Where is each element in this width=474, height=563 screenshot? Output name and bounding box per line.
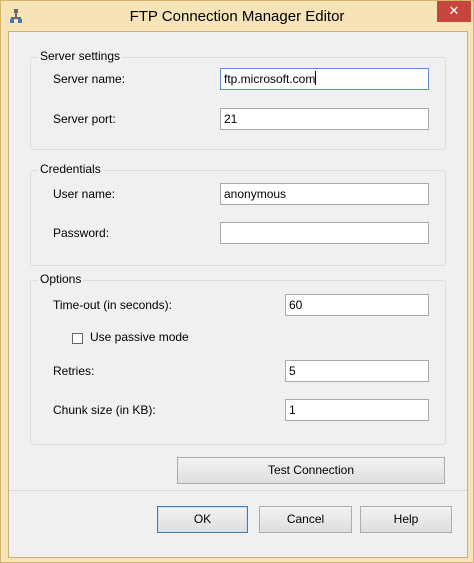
timeout-label: Time-out (in seconds): (53, 298, 172, 312)
dialog-client-area: Server settings Server name: ftp.microso… (8, 31, 468, 558)
timeout-input[interactable]: 60 (285, 294, 429, 316)
options-title: Options (38, 272, 84, 286)
server-settings-title: Server settings (38, 49, 123, 63)
user-name-value: anonymous (224, 187, 287, 201)
password-input[interactable] (220, 222, 429, 244)
server-name-label: Server name: (53, 72, 126, 86)
retries-label: Retries: (53, 364, 95, 378)
credentials-group: Credentials User name: anonymous Passwor… (30, 162, 446, 266)
chunk-size-label: Chunk size (in KB): (53, 403, 156, 417)
dialog-window: FTP Connection Manager Editor ✕ Server s… (0, 0, 474, 563)
passive-mode-checkbox[interactable] (72, 333, 83, 344)
server-name-value: ftp.microsoft.com (224, 72, 316, 86)
server-settings-group: Server settings Server name: ftp.microso… (30, 49, 446, 150)
user-name-input[interactable]: anonymous (220, 183, 429, 205)
help-button[interactable]: Help (360, 506, 452, 533)
server-name-input[interactable]: ftp.microsoft.com (220, 68, 429, 90)
user-name-label: User name: (53, 187, 116, 201)
server-port-value: 21 (224, 112, 238, 126)
text-caret (315, 71, 317, 85)
password-label: Password: (53, 226, 110, 240)
cancel-button[interactable]: Cancel (259, 506, 352, 533)
chunk-size-input[interactable]: 1 (285, 399, 429, 421)
options-group: Options Time-out (in seconds): 60 Use pa… (30, 272, 446, 445)
window-title: FTP Connection Manager Editor (129, 8, 345, 25)
server-port-input[interactable]: 21 (220, 108, 429, 130)
close-button[interactable]: ✕ (437, 1, 471, 22)
title-bar[interactable]: FTP Connection Manager Editor ✕ (1, 1, 473, 31)
passive-mode-label[interactable]: Use passive mode (90, 330, 189, 344)
test-connection-button[interactable]: Test Connection (177, 457, 445, 484)
timeout-value: 60 (289, 298, 303, 312)
credentials-title: Credentials (38, 162, 103, 176)
server-port-label: Server port: (53, 112, 116, 126)
retries-input[interactable]: 5 (285, 360, 429, 382)
retries-value: 5 (289, 364, 296, 378)
close-icon: ✕ (448, 3, 460, 18)
ok-button[interactable]: OK (157, 506, 248, 533)
chunk-size-value: 1 (289, 403, 296, 417)
button-area-separator (9, 490, 467, 491)
